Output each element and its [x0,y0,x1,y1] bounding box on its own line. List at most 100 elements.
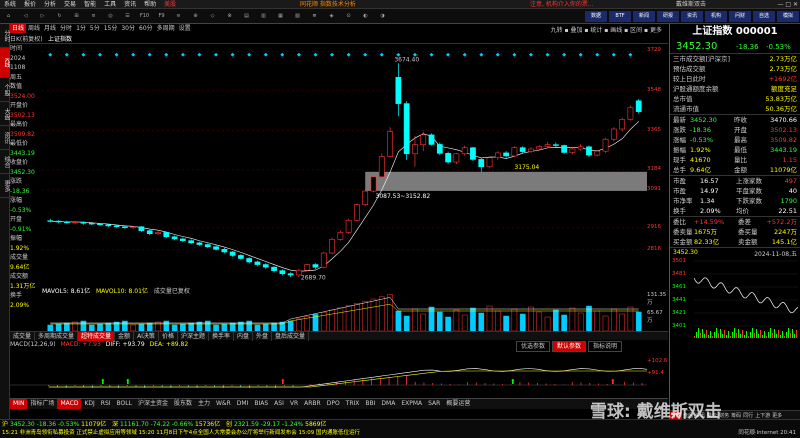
quote-value: 41670 [690,156,711,164]
bottom-indicator-tab[interactable]: MACD [57,399,82,409]
bottom-indicator-tab[interactable]: TRIX [343,399,363,409]
mini-axis-tick: 3421 [672,310,686,316]
toolbar-button[interactable]: ▥ [256,10,271,23]
menu-item[interactable]: 系统 [0,0,20,9]
toolbar-button[interactable]: ▧ [290,10,305,23]
period-tab[interactable]: 1分 [74,24,88,33]
menu-item[interactable]: 分析 [40,0,60,9]
menu-item[interactable]: 美股 [160,0,180,9]
bottom-indicator-tab[interactable]: BIAS [251,399,271,409]
quote-key: 涨跌 [673,126,686,134]
volume-bar [72,321,78,331]
menu-item[interactable]: 资讯 [120,0,140,9]
info-row: 数值 [10,83,23,90]
leftnav-item[interactable]: 资讯 [0,126,10,150]
toolbar-feature-button[interactable]: 新闻 [633,11,655,22]
toolbar-button[interactable]: ☰ [120,10,135,23]
menu-item[interactable]: 报价 [20,0,40,9]
bottom-indicator-tab[interactable]: RSI [98,399,114,409]
toolbar-button[interactable]: F9 [154,10,169,23]
toolbar-button[interactable]: ◁ [18,10,33,23]
toolbar-button[interactable]: ▤ [239,10,254,23]
toolbar-button[interactable]: ↻ [52,10,67,23]
period-tab[interactable]: 30分 [119,24,137,33]
bottom-indicator-tab[interactable]: SAR [425,399,443,409]
toolbar-button[interactable]: ▷ [35,10,50,23]
toolbar-button[interactable]: ⊙ [341,10,356,23]
period-tab[interactable]: 周线 [26,24,42,33]
bottom-indicator-tab[interactable]: DMI [234,399,252,409]
toolbar-button[interactable]: ≡ [86,10,101,23]
bottom-indicator-tab[interactable]: 沪深主资金 [135,399,171,409]
bottom-indicator-tab[interactable]: MIN [10,399,28,409]
candle-body [470,147,476,160]
toolbar-feature-button[interactable]: 模拟 [777,11,799,22]
toolbar-button[interactable]: ⊗ [222,10,237,23]
news-ticker[interactable]: 15:21 非洲青岛领衔私募投资 正式禁止虚拟应用等领域 15:20 11月8日… [2,429,662,438]
toolbar-button[interactable]: ≋ [171,10,186,23]
menu-item[interactable]: 工具 [100,0,120,9]
period-tab[interactable]: 5分 [88,24,102,33]
bottom-indicator-tab[interactable]: ASI [271,399,287,409]
bottom-indicator-tab[interactable]: 股东数 [171,399,195,409]
adjust-label[interactable]: 日K(前复权) [10,34,43,43]
toolbar-button[interactable]: ◇ [205,10,220,23]
chart-tools[interactable]: 九转 ▪ 叠加 ▪ 统计 ▪ 画线 ▪ 区间 ▪ 更多 [551,25,662,34]
volume-chart[interactable] [42,292,647,331]
toolbar-button[interactable]: ◐ [358,10,373,23]
toolbar-button[interactable]: ▦ [273,10,288,23]
bottom-indicator-tab[interactable]: KDJ [81,399,97,409]
bottom-indicator-tab[interactable]: DMA [378,399,398,409]
leftnav-item[interactable]: 综合 [0,150,10,174]
period-tab[interactable]: 多周期 [155,24,177,33]
toolbar-button[interactable]: ◑ [375,10,390,23]
toolbar-button[interactable]: ⊕ [188,10,203,23]
window-controls[interactable]: — □ ✕ [777,0,798,9]
kline-chart[interactable]: ◆ ◆ ◆ ◆ ◆ ◆ ◆ ◆ ◆ ◆ ◆ ◆ ◆ ◆ ◆ ◆ ◆ ◆ ◆ ◆ ◆ ◆ ◆ ◆ ◆ ◆ ◆ ◆ ◆ ◆ ◆ ◆ ◆ ◆ ◆ ◆3674… [42,48,647,288]
menu-item[interactable]: 交易 [60,0,80,9]
bottom-indicator-tab[interactable]: BOLL [114,399,135,409]
bottom-indicator-tab[interactable]: BBI [362,399,378,409]
toolbar-feature-button[interactable]: 自选 [753,11,775,22]
toolbar-feature-button[interactable]: 数据 [585,11,607,22]
period-tab[interactable]: 日线 [10,24,27,33]
leftnav-item[interactable]: 更多 [0,174,10,198]
period-tab[interactable]: 设置 [177,24,193,33]
toolbar-feature-button[interactable]: 资讯 [681,11,703,22]
bottom-indicator-tab[interactable]: 指标广场 [27,399,57,409]
bottom-indicator-tab[interactable]: VR [287,399,301,409]
toolbar-button[interactable]: ◎ [103,10,118,23]
bottom-indicator-tab[interactable]: EXPMA [398,399,425,409]
period-tab[interactable]: 60分 [137,24,155,33]
toolbar-button[interactable]: ≣ [307,10,322,23]
menu-item[interactable]: 帮助 [140,0,160,9]
mini-intraday-chart[interactable] [694,258,798,338]
bottom-indicator-tab[interactable]: 主力 [195,399,213,409]
toolbar-button[interactable]: ◈ [324,10,339,23]
macd-chart[interactable]: ⬆ ⬆ ⬆ ⬆ ⬆ [10,340,647,398]
period-tab[interactable]: 分时 [58,24,74,33]
bottom-indicator-tab[interactable]: W&R [213,399,234,409]
notice-text[interactable]: 注意, 机构介入你的票... [530,0,594,9]
bottom-indicator-tab[interactable]: DPO [324,399,343,409]
volume-bar [461,314,468,331]
toolbar-feature-button[interactable]: 问财 [729,11,751,22]
leftnav-item[interactable]: K线 [0,48,10,78]
toolbar-feature-button[interactable]: BTF [609,11,631,22]
candle-body [436,144,443,154]
leftnav-item[interactable]: 个股 [0,78,10,102]
notice-link[interactable]: 戴维斯双击 [676,0,706,9]
toolbar-button[interactable]: ⊞ [69,10,84,23]
toolbar-button[interactable]: ⌂ [1,10,16,23]
menu-item[interactable]: 智能 [80,0,100,9]
toolbar-feature-button[interactable]: 研报 [657,11,679,22]
leftnav-item[interactable]: 分时 [0,24,10,48]
toolbar-button[interactable]: F10 [137,10,152,23]
bottom-indicator-tab[interactable]: ARBR [301,399,324,409]
period-tab[interactable]: 15分 [102,24,120,33]
toolbar-feature-button[interactable]: 机构 [705,11,727,22]
period-tab[interactable]: 月线 [42,24,58,33]
bottom-indicator-tab[interactable]: 概要运营 [443,399,473,409]
mini-chart-area[interactable]: 3452.30 2024-11-08,五 3501 3481 3461 3441 342… [670,248,800,344]
leftnav-item[interactable]: 大盘 [0,102,10,126]
